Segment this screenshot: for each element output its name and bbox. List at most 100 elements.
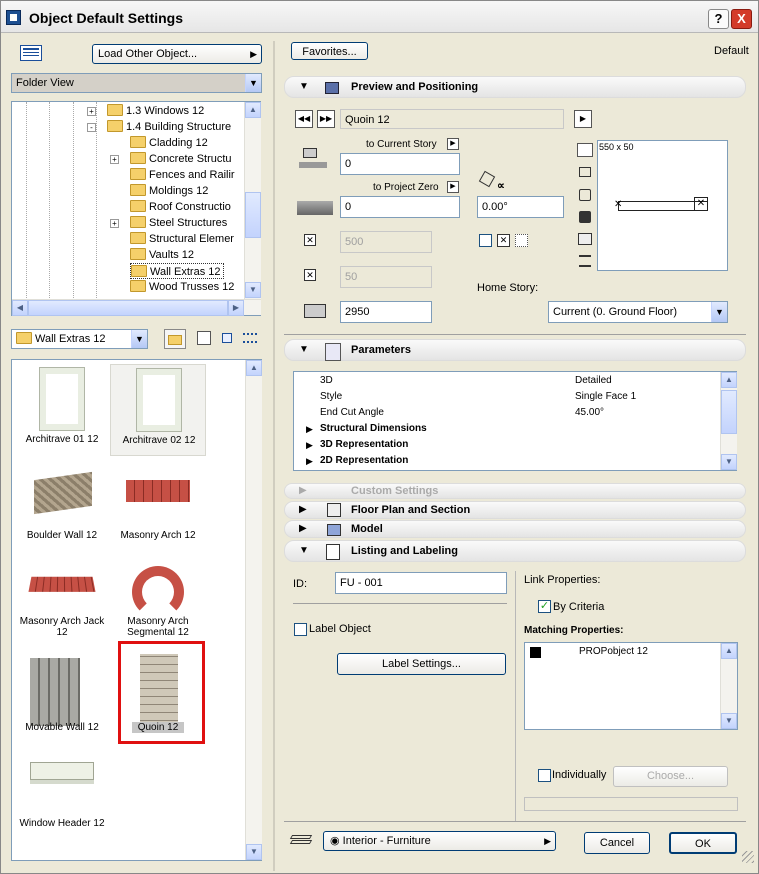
parameter-group-row[interactable]: ▶ 2D Representation <box>294 453 719 469</box>
tree-item[interactable]: Vaults 12 <box>130 247 194 263</box>
view-list-icon[interactable] <box>579 255 591 267</box>
scroll-thumb[interactable] <box>721 390 737 434</box>
hscroll-thumb[interactable] <box>28 300 228 316</box>
small-icons-view-icon[interactable] <box>222 333 232 343</box>
project-zero-elevation-input[interactable]: 0 <box>340 196 460 218</box>
gallery-item[interactable]: Masonry Arch Jack 12 <box>14 556 110 648</box>
tree-hscrollbar[interactable]: ◀ ▶ <box>12 299 261 316</box>
ok-button[interactable]: OK <box>669 832 737 854</box>
collapse-icon[interactable]: - <box>87 123 96 132</box>
gallery-item[interactable]: Movable Wall 12 <box>14 652 110 744</box>
view-section-icon[interactable] <box>578 233 592 245</box>
tree-item[interactable]: Structural Elemer <box>130 231 234 247</box>
depth-input[interactable]: 50 <box>340 266 432 288</box>
width-input[interactable]: 500 <box>340 231 432 253</box>
view-3d-icon[interactable] <box>579 189 591 201</box>
scroll-thumb[interactable] <box>245 192 261 238</box>
tree-item[interactable]: 1.4 Building Structure <box>107 119 231 135</box>
parameters-list[interactable]: 3D Detailed Style Single Face 1 End Cut Angl… <box>293 371 737 471</box>
floor-plan-panel-header[interactable]: ▶ Floor Plan and Section <box>284 501 746 519</box>
scroll-down-icon[interactable]: ▼ <box>246 844 262 860</box>
tree-item[interactable]: Fences and Railir <box>130 167 235 183</box>
scroll-right-icon[interactable]: ▶ <box>228 300 244 316</box>
tree-item[interactable]: Roof Constructio <box>130 199 231 215</box>
zero-reference-button[interactable]: ▶ <box>447 181 459 193</box>
matching-scrollbar[interactable]: ▲ ▼ <box>720 643 737 729</box>
panel-splitter[interactable] <box>273 41 275 871</box>
expand-icon[interactable]: + <box>110 155 119 164</box>
expand-icon[interactable]: + <box>87 107 96 116</box>
load-other-object-button[interactable]: Load Other Object... ▶ <box>92 44 262 64</box>
scroll-up-icon[interactable]: ▲ <box>721 372 737 388</box>
scroll-down-icon[interactable]: ▼ <box>245 282 261 298</box>
help-button[interactable]: ? <box>708 9 729 29</box>
story-reference-button[interactable]: ▶ <box>447 138 459 150</box>
parameters-scrollbar[interactable]: ▲ ▼ <box>720 372 737 470</box>
parameter-row[interactable]: Style Single Face 1 <box>294 389 719 405</box>
gallery-scrollbar[interactable]: ▲ ▼ <box>245 360 262 860</box>
label-settings-button[interactable]: Label Settings... <box>337 653 506 675</box>
close-button[interactable]: X <box>731 9 752 29</box>
home-story-select[interactable]: Current (0. Ground Floor) ▼ <box>548 301 728 323</box>
previous-object-button[interactable]: ◀◀ <box>295 110 313 128</box>
gallery-item[interactable]: Window Header 12 <box>14 748 110 840</box>
matching-property-item[interactable]: PROPobject 12 <box>579 646 648 657</box>
parameter-row[interactable]: End Cut Angle 45.00° <box>294 405 719 421</box>
mirror-checkbox[interactable] <box>479 234 492 247</box>
expand-icon[interactable]: + <box>110 219 119 228</box>
scroll-down-icon[interactable]: ▼ <box>721 454 737 470</box>
view-2d-button[interactable] <box>577 143 593 157</box>
resize-grip-icon[interactable] <box>742 851 754 863</box>
scroll-up-icon[interactable]: ▲ <box>246 360 262 376</box>
view-plan-icon[interactable] <box>579 167 591 177</box>
id-input[interactable]: FU - 001 <box>335 572 507 594</box>
folder-view-select[interactable]: Folder View ▼ <box>11 73 262 93</box>
anchor-point-icon[interactable]: ✕ <box>497 234 510 247</box>
gallery-item[interactable]: Architrave 01 12 <box>14 364 110 456</box>
current-story-elevation-input[interactable]: 0 <box>340 153 460 175</box>
folder-up-icon[interactable] <box>164 329 186 349</box>
tree-item[interactable]: Concrete Structu <box>130 151 232 167</box>
tree-item[interactable]: Steel Structures <box>130 215 227 231</box>
next-object-button[interactable]: ▶▶ <box>317 110 335 128</box>
object-gallery[interactable]: Architrave 01 12 Architrave 02 12 Boulder … <box>11 359 262 861</box>
scroll-up-icon[interactable]: ▲ <box>245 102 261 118</box>
model-panel-header[interactable]: ▶ Model <box>284 520 746 538</box>
scroll-up-icon[interactable]: ▲ <box>721 643 737 659</box>
by-criteria-checkbox[interactable]: ✓ <box>538 600 551 613</box>
tree-item[interactable]: Wood Trusses 12 <box>130 279 234 295</box>
large-icons-view-icon[interactable] <box>197 331 211 345</box>
cancel-button[interactable]: Cancel <box>584 832 650 854</box>
parameters-panel-header[interactable]: ▼ Parameters <box>284 339 746 361</box>
label-object-checkbox[interactable] <box>294 623 307 636</box>
gallery-item[interactable]: Masonry Arch Segmental 12 <box>110 556 206 648</box>
tree-item[interactable]: Cladding 12 <box>130 135 208 151</box>
individually-checkbox[interactable] <box>538 769 551 782</box>
tree-item[interactable]: 1.3 Windows 12 <box>107 103 204 119</box>
gallery-item[interactable]: Boulder Wall 12 <box>14 460 110 552</box>
current-folder-select[interactable]: Wall Extras 12 ▼ <box>11 329 148 349</box>
parameter-row[interactable]: 3D Detailed <box>294 373 719 389</box>
scroll-down-icon[interactable]: ▼ <box>721 713 737 729</box>
view-mode-icon[interactable] <box>20 45 42 61</box>
angle-input[interactable]: 0.00° <box>477 196 564 218</box>
scroll-left-icon[interactable]: ◀ <box>12 300 28 316</box>
gallery-item[interactable]: Architrave 02 12 <box>110 364 206 456</box>
layer-select[interactable]: ◉ Interior - Furniture ▶ <box>323 831 556 851</box>
parameter-group-row[interactable]: ▶ Structural Dimensions <box>294 421 719 437</box>
listing-panel-header[interactable]: ▼ Listing and Labeling <box>284 540 746 562</box>
list-view-icon[interactable] <box>243 333 257 343</box>
tree-item[interactable]: Moldings 12 <box>130 183 208 199</box>
library-tree[interactable]: 1.3 Windows 12 +1.4 Building Structure - Cl… <box>11 101 261 316</box>
gallery-item[interactable]: Masonry Arch 12 <box>110 460 206 552</box>
choose-button[interactable]: Choose... <box>613 766 728 787</box>
arrow-right-icon[interactable]: ▶ <box>574 110 592 128</box>
favorites-button[interactable]: Favorites... <box>291 42 368 60</box>
view-3d-shaded-icon[interactable] <box>579 211 591 223</box>
tree-scrollbar[interactable]: ▲ ▼ <box>244 102 261 299</box>
preview-panel-header[interactable]: ▼ Preview and Positioning <box>284 76 746 98</box>
parameter-group-row[interactable]: ▶ 3D Representation <box>294 437 719 453</box>
height-input[interactable]: 2950 <box>340 301 432 323</box>
matching-properties-list[interactable]: PROPobject 12 ▲ ▼ <box>524 642 738 730</box>
tree-item[interactable]: Wall Extras 12 <box>130 263 224 279</box>
